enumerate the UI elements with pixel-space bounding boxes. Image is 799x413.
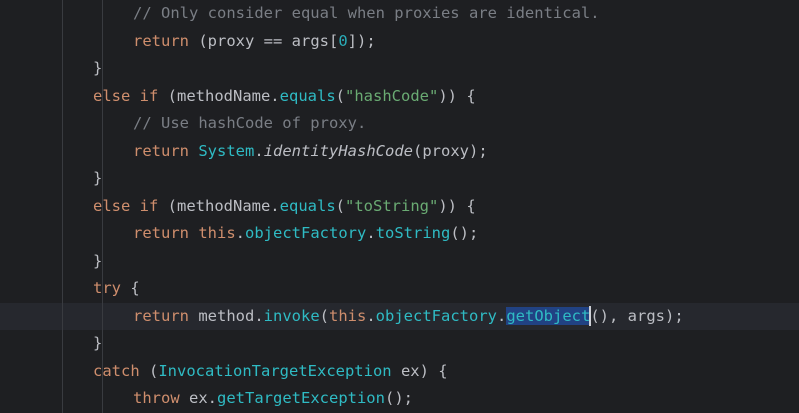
code-token: catch	[93, 361, 140, 380]
code-token: // Only consider equal when proxies are …	[133, 4, 600, 22]
code-line[interactable]: return this.objectFactory.toString();	[0, 220, 799, 248]
code-line[interactable]: throw ex.getTargetException();	[0, 385, 799, 413]
code-line[interactable]: return System.identityHashCode(proxy);	[0, 138, 799, 166]
code-token: this	[198, 224, 236, 242]
code-token: try	[93, 279, 121, 297]
code-token: }	[93, 59, 103, 77]
code-token: getObject	[506, 306, 591, 325]
code-token: (	[335, 196, 345, 215]
code-token: return	[133, 141, 189, 160]
code-token: ex.	[179, 389, 217, 407]
code-line[interactable]: catch (InvocationTargetException ex) {	[0, 358, 799, 386]
code-token: equals	[279, 196, 336, 215]
code-token: }	[93, 334, 103, 352]
code-token: ex) {	[391, 361, 448, 380]
code-token: return	[133, 306, 189, 325]
code-token: (proxy);	[413, 141, 488, 160]
code-token: // Use hashCode of proxy.	[133, 114, 367, 132]
code-token: System	[198, 141, 255, 160]
code-token: objectFactory	[375, 306, 497, 325]
code-token: (), args);	[590, 306, 684, 325]
code-token: )) {	[438, 86, 476, 105]
code-token: (methodName.	[158, 86, 280, 105]
code-token: .	[235, 224, 246, 242]
code-token: {	[121, 279, 140, 297]
code-token: (	[319, 306, 329, 325]
code-token: throw	[133, 389, 180, 407]
code-line[interactable]: try {	[0, 275, 799, 303]
code-token: "toString"	[345, 196, 439, 215]
code-token: (	[335, 86, 345, 105]
code-token: (	[139, 361, 159, 380]
code-token: InvocationTargetException	[158, 361, 392, 380]
code-line-current[interactable]: return method.invoke(this.objectFactory.…	[0, 302, 799, 330]
indent-guide	[62, 0, 63, 413]
code-token: identityHashCode	[263, 141, 413, 160]
code-token: ();	[384, 389, 413, 407]
code-line[interactable]: // Only consider equal when proxies are …	[0, 0, 799, 28]
code-line[interactable]: }	[0, 165, 799, 193]
code-token: ]);	[347, 31, 376, 50]
code-line[interactable]: else if (methodName.equals("toString")) …	[0, 193, 799, 221]
code-line[interactable]: }	[0, 55, 799, 83]
code-token: (proxy == args[	[189, 31, 339, 50]
code-token: return	[133, 224, 189, 242]
code-token: this	[329, 306, 367, 325]
code-token: "hashCode"	[345, 86, 439, 105]
code-token: .	[366, 306, 376, 325]
code-editor[interactable]: // Only consider equal when proxies are …	[0, 0, 799, 413]
indent-guide	[102, 0, 103, 413]
code-token: method.	[189, 306, 264, 325]
code-token: invoke	[263, 306, 320, 325]
code-token: }	[93, 169, 103, 187]
code-line[interactable]: // Use hashCode of proxy.	[0, 110, 799, 138]
code-token: objectFactory	[245, 224, 367, 242]
code-token: .	[254, 141, 264, 160]
code-token: )) {	[438, 196, 476, 215]
code-token: 0	[338, 31, 348, 50]
code-line[interactable]: }	[0, 330, 799, 358]
code-token: (methodName.	[158, 196, 280, 215]
code-token: getTargetException	[217, 389, 385, 407]
code-line[interactable]: return (proxy == args[0]);	[0, 28, 799, 56]
code-token: }	[93, 251, 103, 270]
code-line[interactable]: else if (methodName.equals("hashCode")) …	[0, 83, 799, 111]
code-token: return	[133, 31, 189, 50]
code-line[interactable]: }	[0, 248, 799, 276]
code-token: .	[497, 306, 507, 325]
code-token: ();	[450, 224, 479, 242]
code-token: toString	[375, 224, 451, 242]
code-token: equals	[279, 86, 336, 105]
code-token: .	[366, 224, 376, 242]
